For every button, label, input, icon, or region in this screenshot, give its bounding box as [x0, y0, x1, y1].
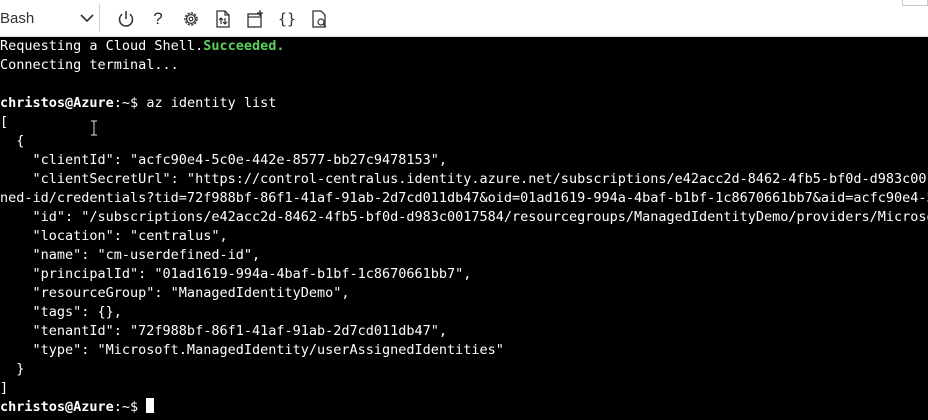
terminal-cursor: [146, 398, 155, 413]
window-control[interactable]: [902, 0, 928, 6]
help-button[interactable]: ?: [147, 9, 169, 29]
command-text: az identity list: [146, 95, 277, 111]
cloud-shell-toolbar: Bash ? {}: [0, 0, 928, 37]
new-session-button[interactable]: [244, 8, 266, 30]
help-icon: ?: [153, 9, 163, 28]
prompt-suffix: :~$: [113, 95, 147, 111]
power-icon: [118, 11, 134, 27]
prompt-suffix: :~$: [113, 399, 147, 415]
status-success: Succeeded.: [203, 38, 285, 54]
prompt-user: christos@Azure: [0, 399, 114, 415]
output-line: }: [0, 361, 25, 377]
connecting-line: Connecting terminal...: [0, 57, 179, 73]
restart-button[interactable]: [115, 8, 137, 30]
web-preview-button[interactable]: [308, 8, 330, 30]
output-line: "type": "Microsoft.ManagedIdentity/userA…: [0, 342, 504, 358]
upload-download-icon: [216, 10, 230, 28]
prompt-line: christos@Azure:~$ az identity list: [0, 94, 276, 113]
gear-icon: [184, 12, 198, 26]
status-line: Requesting a Cloud Shell.Succeeded.: [0, 37, 284, 56]
output-line: "tenantId": "72f988bf-86f1-41af-91ab-2d7…: [0, 323, 448, 339]
output-line: "id": "/subscriptions/e42acc2d-8462-4fb5…: [0, 209, 928, 225]
settings-button[interactable]: [180, 8, 202, 30]
editor-icon: {}: [277, 10, 297, 28]
output-line: "principalId": "01ad1619-994a-4baf-b1bf-…: [0, 266, 472, 282]
chevron-down-icon: [80, 14, 94, 23]
output-line: "clientSecretUrl": "https://control-cent…: [0, 171, 928, 187]
upload-download-button[interactable]: [212, 8, 234, 30]
shell-type-label: Bash: [0, 10, 35, 27]
output-line: "tags": {},: [0, 304, 122, 320]
current-prompt-line[interactable]: christos@Azure:~$: [0, 398, 155, 417]
output-line: "resourceGroup": "ManagedIdentityDemo",: [0, 285, 350, 301]
web-preview-icon: [312, 10, 327, 28]
output-line: ]: [0, 380, 9, 396]
shell-type-select[interactable]: Bash: [0, 4, 100, 32]
output-line: "location": "centralus",: [0, 228, 228, 244]
output-line: [: [0, 114, 9, 130]
editor-button[interactable]: {}: [276, 9, 298, 29]
output-line: {: [0, 133, 25, 149]
terminal[interactable]: Requesting a Cloud Shell.Succeeded. Conn…: [0, 37, 928, 420]
output-line: ned-id/credentials?tid=72f988bf-86f1-41a…: [0, 190, 928, 206]
status-text: Requesting a Cloud Shell.: [0, 38, 204, 54]
output-line: "clientId": "acfc90e4-5c0e-442e-8577-bb2…: [0, 152, 448, 168]
new-session-icon: [247, 10, 263, 28]
output-line: "name": "cm-userdefined-id",: [0, 247, 261, 263]
prompt-user: christos@Azure: [0, 95, 114, 111]
text-cursor-icon: [91, 120, 97, 136]
